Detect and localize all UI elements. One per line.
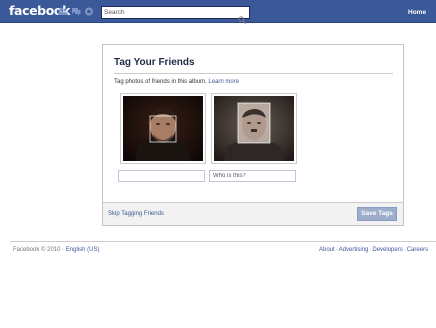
- tag-name-input-2[interactable]: [209, 170, 296, 182]
- photo-2-image[interactable]: [214, 96, 294, 161]
- dialog-title: Tag Your Friends: [114, 57, 195, 68]
- skip-tagging-link[interactable]: Skip Tagging Friends: [108, 211, 164, 217]
- footer-separator: ·: [429, 247, 432, 253]
- divider: [114, 73, 393, 74]
- footer-copyright: Facebook © 2010 · English (US): [13, 247, 99, 253]
- top-nav-bar: facebook Home: [0, 0, 436, 24]
- footer-link-about[interactable]: About: [319, 247, 335, 253]
- footer-separator: ·: [335, 247, 338, 253]
- photo-1-image[interactable]: [123, 96, 203, 161]
- learn-more-link[interactable]: Learn more: [208, 79, 239, 85]
- dialog-footer: Skip Tagging Friends Save Tags: [103, 202, 403, 225]
- notifications-icon[interactable]: [84, 7, 94, 16]
- nav-home-link[interactable]: Home: [408, 9, 426, 16]
- language-link[interactable]: English (US): [66, 247, 100, 253]
- tag-name-input-1[interactable]: [118, 170, 205, 182]
- footer-divider: [10, 241, 436, 242]
- intro-sentence: Tag photos of friends in this album.: [114, 79, 207, 85]
- search-icon[interactable]: [238, 9, 246, 24]
- photo-thumbnail-2[interactable]: [211, 93, 297, 164]
- footer-link-careers[interactable]: Careers: [407, 247, 428, 253]
- messages-icon[interactable]: [71, 7, 81, 16]
- footer-link-advertising[interactable]: Advertising: [339, 247, 369, 253]
- search-box[interactable]: [101, 6, 250, 24]
- footer-separator: ·: [403, 247, 406, 253]
- photo-thumbnail-1[interactable]: [120, 93, 206, 164]
- save-tags-button[interactable]: Save Tags: [357, 207, 397, 221]
- tag-friends-dialog: Tag Your Friends Tag photos of friends i…: [102, 44, 404, 226]
- search-input[interactable]: [104, 7, 236, 18]
- footer-links: About·Advertising·Developers·Careers·: [319, 247, 432, 253]
- copyright-text: Facebook © 2010 ·: [13, 247, 65, 253]
- intro-text: Tag photos of friends in this album. Lea…: [114, 79, 239, 85]
- footer-link-developers[interactable]: Developers: [372, 247, 402, 253]
- friend-requests-icon[interactable]: [58, 7, 68, 16]
